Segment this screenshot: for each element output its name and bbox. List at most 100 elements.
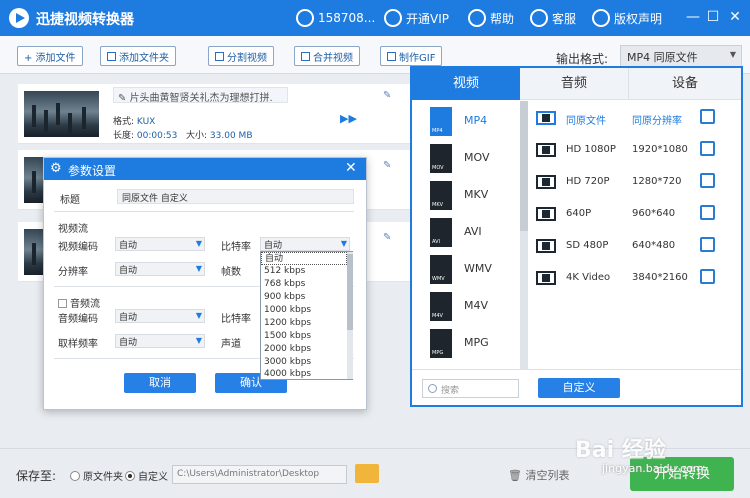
- dropdown-option[interactable]: 900 kbps: [261, 291, 347, 304]
- add-folder-button[interactable]: 添加文件夹: [100, 46, 176, 66]
- vip-icon: [384, 9, 402, 27]
- title-field[interactable]: 同原文件 自定义: [117, 189, 354, 204]
- dropdown-option[interactable]: 2000 kbps: [261, 343, 347, 356]
- video-thumbnail: [24, 91, 99, 137]
- gif-icon: [387, 51, 396, 61]
- audio-codec-select[interactable]: 自动: [115, 309, 205, 323]
- help-button[interactable]: 帮助: [468, 8, 514, 28]
- dialog-title: 参数设置: [68, 164, 117, 178]
- format-item-mpg[interactable]: MPG MPG: [412, 325, 520, 362]
- radio-custom-folder[interactable]: 自定义: [125, 468, 168, 483]
- format-list-scroll-thumb[interactable]: [520, 101, 528, 231]
- vip-button[interactable]: 开通VIP: [384, 8, 449, 28]
- format-item-mkv[interactable]: MKV MKV: [412, 177, 520, 214]
- film-icon: [536, 143, 556, 157]
- mov-file-icon: MOV: [430, 144, 452, 173]
- audio-bitrate-label: 比特率: [221, 314, 251, 325]
- file-row[interactable]: ✎ 片头曲黄智贤关礼杰为理想打拼. 格式: KUX 长度: 00:00:53 大…: [18, 84, 413, 144]
- quality-item[interactable]: 同原文件 同原分辨率: [536, 102, 736, 134]
- output-format-select[interactable]: MP4 同原文件: [620, 45, 742, 67]
- edit-icon[interactable]: [700, 237, 715, 252]
- edit-icon[interactable]: [700, 269, 715, 284]
- resolution-select[interactable]: 自动: [115, 262, 205, 276]
- dropdown-option[interactable]: 自动: [261, 252, 347, 265]
- dropdown-option[interactable]: 1500 kbps: [261, 330, 347, 343]
- add-file-button[interactable]: + 添加文件: [17, 46, 83, 66]
- clear-list-button[interactable]: 🗑 清空列表: [508, 467, 569, 483]
- radio-source-folder[interactable]: 原文件夹: [70, 468, 123, 483]
- bitrate-dropdown: 自动 512 kbps 768 kbps 900 kbps 1000 kbps …: [260, 251, 353, 380]
- file-name-field[interactable]: ✎ 片头曲黄智贤关礼杰为理想打拼.: [113, 87, 288, 104]
- title-label: 标题: [60, 195, 80, 206]
- split-video-button[interactable]: 分割视频: [208, 46, 274, 66]
- tab-device[interactable]: 设备: [628, 68, 741, 100]
- close-button[interactable]: ✕: [726, 8, 744, 26]
- channel-label: 声道: [221, 339, 241, 350]
- headset-icon: [530, 9, 548, 27]
- dropdown-scroll-thumb[interactable]: [347, 254, 353, 330]
- edit-icon[interactable]: [700, 109, 715, 124]
- avi-file-icon: AVI: [430, 218, 452, 247]
- format-item-avi[interactable]: AVI AVI: [412, 214, 520, 251]
- edit-icon[interactable]: [700, 173, 715, 188]
- dialog-close-icon[interactable]: ✕: [345, 160, 357, 176]
- film-icon: [536, 111, 556, 125]
- format-search-input[interactable]: 搜索: [422, 379, 519, 398]
- audio-checkbox[interactable]: [58, 299, 67, 308]
- format-item-m4v[interactable]: M4V M4V: [412, 288, 520, 325]
- video-section-label: 视频流: [58, 224, 88, 235]
- tab-video[interactable]: 视频: [412, 68, 520, 100]
- quality-item[interactable]: 4K Video 3840*2160: [536, 262, 736, 294]
- edit-icon[interactable]: [700, 205, 715, 220]
- app-title: 迅捷视频转换器: [36, 12, 134, 28]
- gear-icon: ⚙: [50, 161, 62, 176]
- user-account[interactable]: 158708...: [296, 8, 375, 28]
- sample-rate-select[interactable]: 自动: [115, 334, 205, 348]
- quality-item[interactable]: HD 720P 1280*720: [536, 166, 736, 198]
- sample-rate-label: 取样频率: [58, 339, 98, 350]
- edit-icon[interactable]: ✎: [383, 90, 413, 106]
- minimize-button[interactable]: —: [684, 8, 702, 26]
- user-icon: [296, 9, 314, 27]
- edit-icon[interactable]: [700, 141, 715, 156]
- maximize-button[interactable]: ☐: [704, 8, 722, 26]
- film-icon: [536, 207, 556, 221]
- app-logo-icon: [9, 8, 29, 28]
- dropdown-option[interactable]: 1200 kbps: [261, 317, 347, 330]
- radio-icon[interactable]: [70, 470, 80, 481]
- service-button[interactable]: 客服: [530, 8, 576, 28]
- dropdown-option[interactable]: 4000 kbps: [261, 368, 347, 381]
- save-path-field[interactable]: C:\Users\Administrator\Desktop: [172, 465, 347, 484]
- format-item-wmv[interactable]: WMV WMV: [412, 251, 520, 288]
- format-item-mp4[interactable]: MP4 MP4: [412, 103, 520, 140]
- make-gif-button[interactable]: 制作GIF: [380, 46, 443, 66]
- dropdown-option[interactable]: 1000 kbps: [261, 304, 347, 317]
- copyright-icon: [592, 9, 610, 27]
- file-format: 格式: KUX: [113, 117, 156, 127]
- param-settings-dialog: ⚙ 参数设置 ✕ 标题 同原文件 自定义 视频流 视频编码 自动 比特率 自动 …: [43, 157, 367, 410]
- custom-format-button[interactable]: 自定义: [538, 378, 620, 398]
- radio-selected-icon[interactable]: [125, 470, 135, 481]
- video-codec-select[interactable]: 自动: [115, 237, 205, 251]
- mpg-file-icon: MPG: [430, 329, 452, 358]
- format-item-mov[interactable]: MOV MOV: [412, 140, 520, 177]
- edit-icon[interactable]: ✎: [383, 232, 413, 248]
- copyright-button[interactable]: 版权声明: [592, 8, 662, 28]
- cancel-button[interactable]: 取消: [124, 373, 196, 393]
- quality-item[interactable]: HD 1080P 1920*1080: [536, 134, 736, 166]
- bitrate-select[interactable]: 自动: [260, 237, 350, 251]
- quality-item[interactable]: 640P 960*640: [536, 198, 736, 230]
- tab-audio[interactable]: 音频: [520, 68, 628, 100]
- dropdown-option[interactable]: 768 kbps: [261, 278, 347, 291]
- merge-icon: [301, 51, 310, 61]
- film-icon: [536, 239, 556, 253]
- wmv-file-icon: WMV: [430, 255, 452, 284]
- trash-icon: 🗑: [508, 469, 522, 482]
- folder-icon[interactable]: [355, 464, 379, 483]
- dropdown-option[interactable]: 512 kbps: [261, 265, 347, 278]
- audio-section-toggle[interactable]: 音频流: [58, 295, 100, 310]
- edit-icon[interactable]: ✎: [383, 160, 413, 176]
- format-panel: 视频 音频 设备 MP4 MP4 MOV MOV MKV MKV AVI AVI WMV…: [410, 66, 743, 407]
- merge-video-button[interactable]: 合并视频: [294, 46, 360, 66]
- quality-item[interactable]: SD 480P 640*480: [536, 230, 736, 262]
